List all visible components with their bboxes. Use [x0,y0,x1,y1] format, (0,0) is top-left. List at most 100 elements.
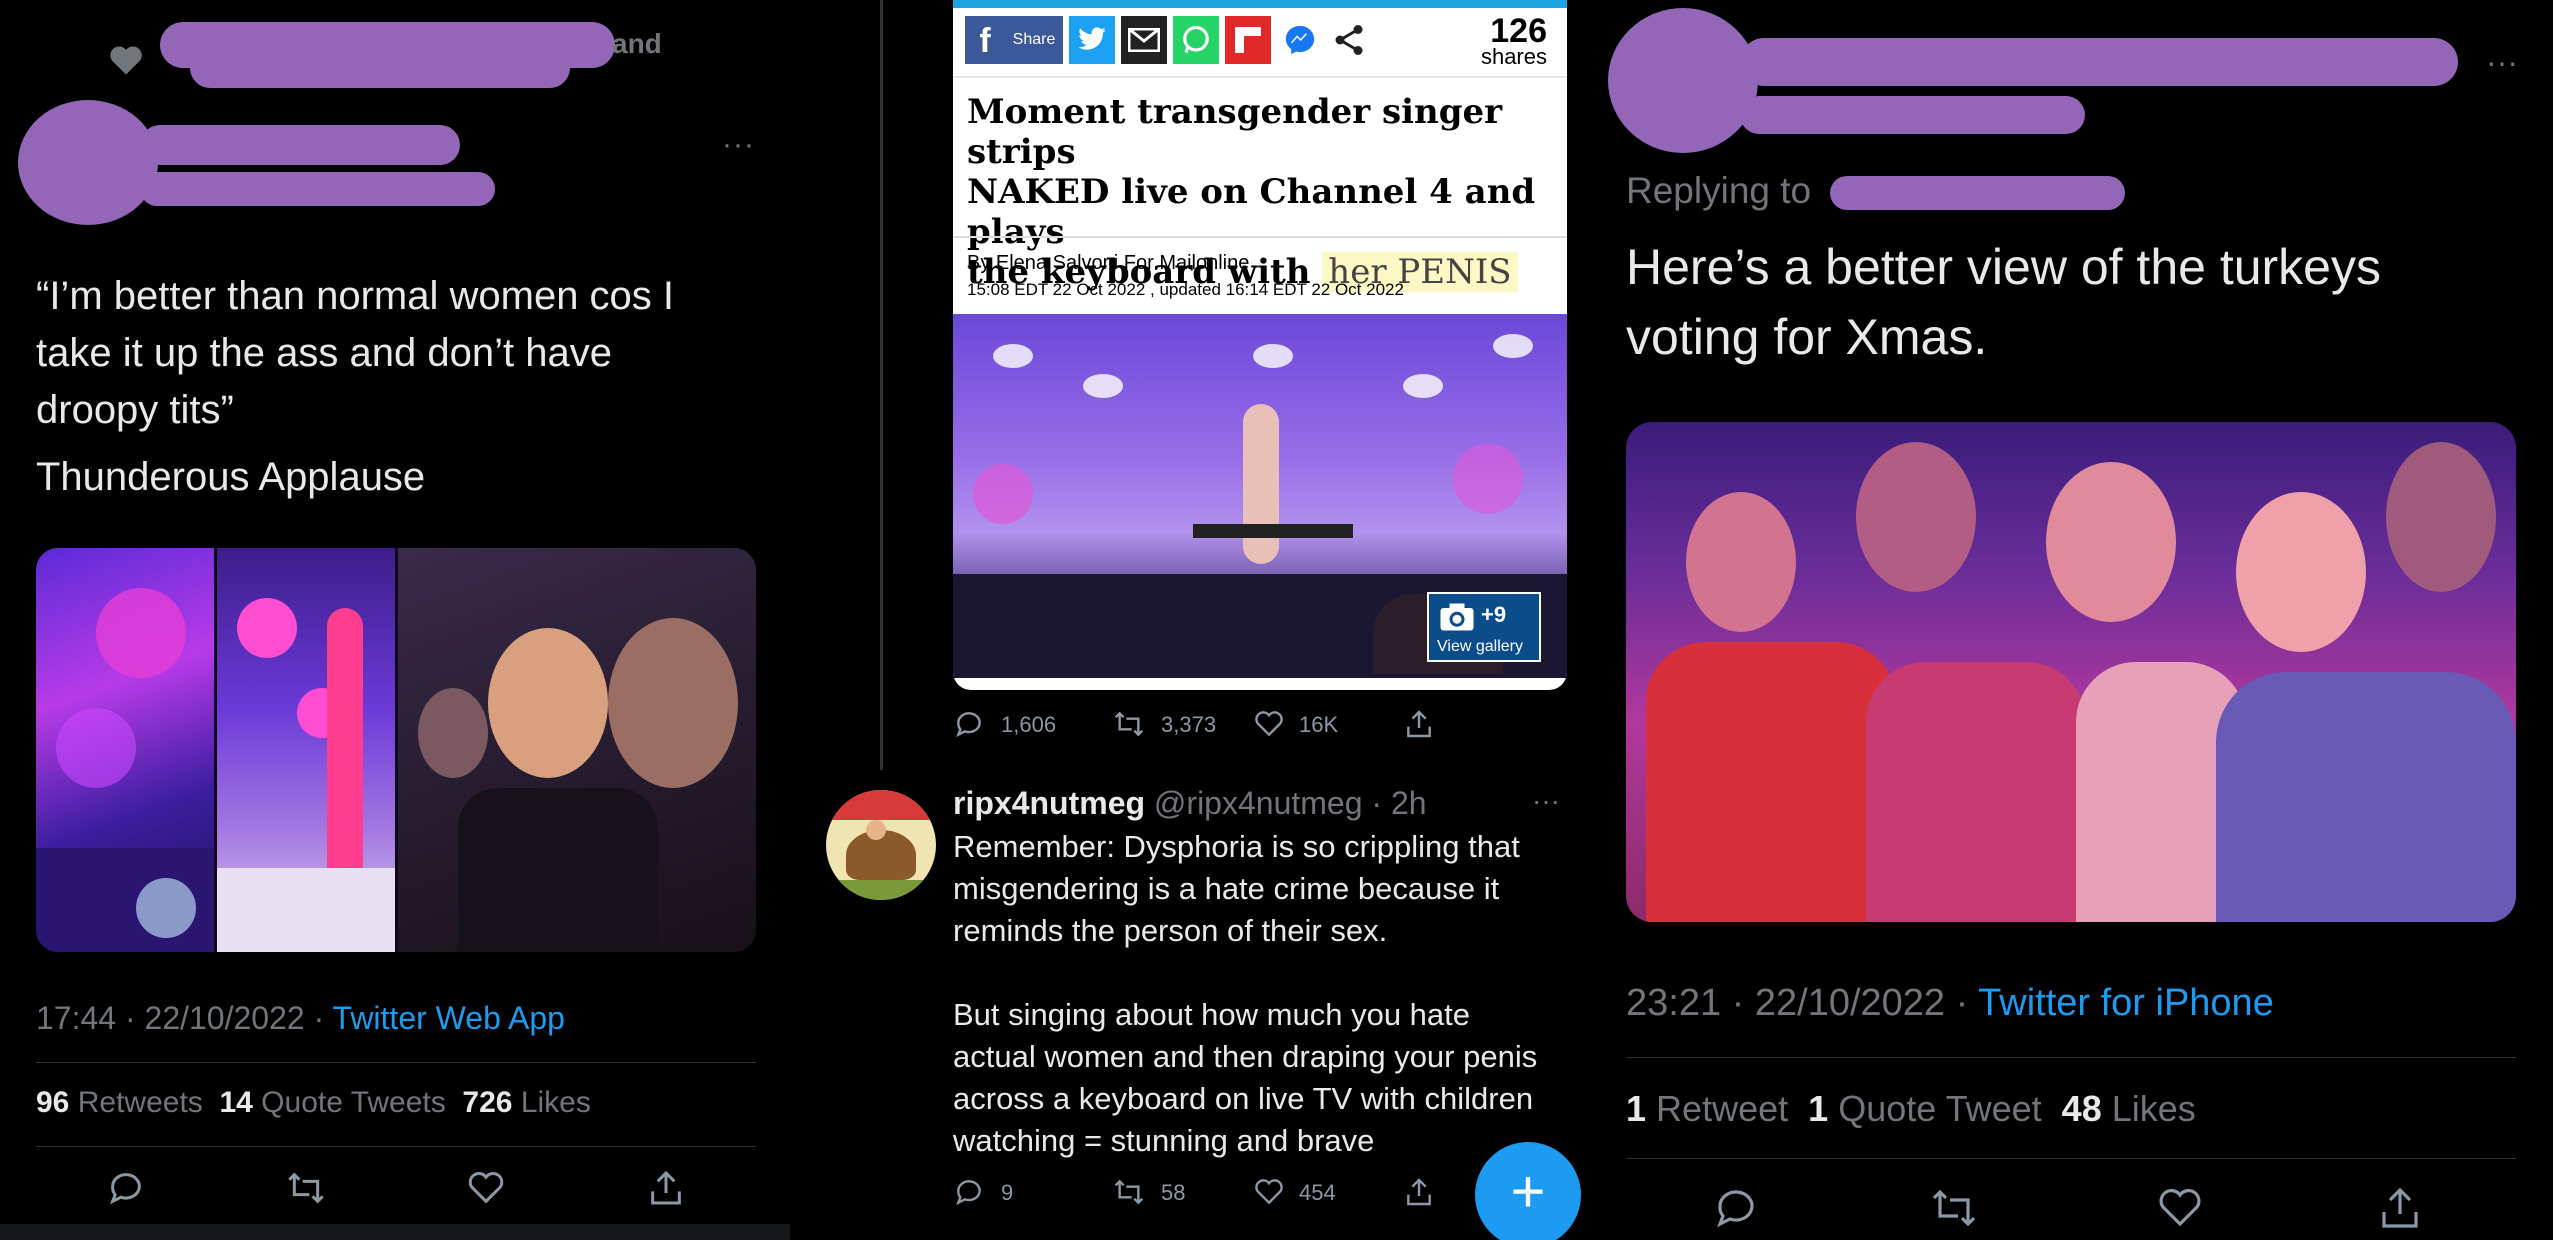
tweet-line: droopy tits” [36,388,234,432]
redacted-avatar[interactable] [18,100,158,225]
email-icon[interactable] [1121,16,1167,64]
reply-line: watching = stunning and brave [953,1123,1375,1158]
messenger-icon[interactable] [1277,16,1323,64]
quote-tweets-count[interactable]: 14 [219,1086,252,1119]
avatar[interactable] [826,790,936,900]
like-count: 454 [1299,1180,1336,1205]
like-count: 16K [1299,712,1339,737]
gallery-count: +9 [1481,602,1507,627]
more-options-icon[interactable]: ··· [722,128,755,162]
retweet-count: 58 [1161,1180,1186,1205]
retweets-count[interactable]: 96 [36,1086,69,1119]
headline-line: NAKED live on Channel 4 and plays [967,172,1536,252]
shares-label: shares [1480,44,1547,69]
reply-icon[interactable] [1712,1184,1760,1232]
plus-icon: + [1510,1158,1546,1225]
article-image[interactable]: +9 View gallery [953,314,1567,678]
share-icon[interactable] [1403,708,1435,740]
flipboard-icon[interactable] [1225,16,1271,64]
like-icon[interactable] [2156,1184,2204,1232]
quote-tweets-count[interactable]: 1 [1808,1088,1828,1129]
share-icon[interactable] [2376,1184,2424,1232]
facebook-share-button[interactable]: Share [1005,16,1063,64]
tweet-media[interactable] [1626,422,2516,922]
retweet-icon[interactable] [1113,1176,1145,1208]
more-options-icon[interactable]: ··· [2486,44,2518,81]
redacted-reply-handle[interactable] [1830,176,2125,210]
redacted-handle[interactable] [140,172,495,206]
like-icon[interactable] [466,1168,506,1208]
redacted-avatar[interactable] [1608,8,1758,153]
retweet-icon[interactable] [286,1168,326,1208]
media-photo-audience[interactable] [398,548,756,952]
media-photo-stage[interactable] [36,548,214,952]
redacted-display-name[interactable] [1740,38,2458,86]
tweet-timestamp: 17:44 · 22/10/2022 · Twitter Web App [36,1000,565,1037]
author-handle[interactable]: @ripx4nutmeg · 2h [1154,785,1427,821]
whatsapp-icon[interactable] [1173,16,1219,64]
tweet-line: voting for Xmas. [1626,309,1988,365]
quote-tweets-label[interactable]: Quote Tweet [1838,1088,2041,1129]
engagement-stats: 96 Retweets 14 Quote Tweets 726 Likes [36,1086,591,1120]
twitter-icon[interactable] [1069,16,1115,64]
likes-label[interactable]: Likes [2112,1088,2196,1129]
reply-icon[interactable] [953,708,985,740]
right-tweet-panel: ··· Replying to Here’s a better view of … [1590,0,2553,1240]
reply-line: across a keyboard on live TV with childr… [953,1081,1534,1116]
reply-line: reminds the person of their sex. [953,913,1388,948]
likes-count[interactable]: 48 [2062,1088,2102,1129]
tweet-line: Here’s a better view of the turkeys [1626,239,2381,295]
reply-icon[interactable] [953,1176,985,1208]
article-byline: By Elena Salvoni For Mailonline [967,252,1250,274]
media-photo-performer[interactable] [217,548,395,952]
quote-tweets-label[interactable]: Quote Tweets [261,1086,446,1119]
retweet-count: 3,373 [1161,712,1217,737]
facebook-icon[interactable]: f [965,16,1005,64]
reply-icon[interactable] [106,1168,146,1208]
likes-label[interactable]: Likes [521,1086,591,1119]
more-options-icon[interactable]: ··· [1532,785,1560,817]
share-nodes-icon[interactable] [1329,16,1369,64]
retweets-label[interactable]: Retweet [1656,1088,1788,1129]
retweets-label[interactable]: Retweets [78,1086,203,1119]
redacted-name [190,48,570,88]
tweet-text-second: Thunderous Applause [36,455,426,499]
tweet-line: take it up the ass and don’t have [36,331,612,375]
quoted-article-card[interactable]: f Share 126 shares Moment transgender si… [953,0,1567,690]
divider [36,1062,756,1063]
like-icon[interactable] [1253,708,1285,740]
reply-line: Remember: Dysphoria is so crippling that [953,829,1520,864]
tweet-media[interactable] [36,548,756,952]
like-icon[interactable] [1253,1176,1285,1208]
source-link[interactable]: Twitter for iPhone [1978,982,2274,1024]
camera-icon [1440,603,1474,631]
reply-line: actual women and then draping your penis [953,1039,1538,1074]
likes-count[interactable]: 726 [462,1086,512,1119]
retweet-icon[interactable] [1930,1184,1978,1232]
share-icon[interactable] [646,1168,686,1208]
author-name[interactable]: ripx4nutmeg [953,785,1145,821]
reply-action-bar: 9 58 454 [953,1172,1513,1212]
divider [1626,1158,2516,1159]
tweet-line: “I’m better than normal women cos I [36,274,675,318]
reply-line [953,952,1573,994]
redacted-handle[interactable] [1740,96,2085,134]
divider [1626,1057,2516,1058]
gallery-label: View gallery [1437,638,1523,655]
left-tweet-panel: and ··· “I’m better than normal women co… [0,0,790,1240]
header-fragment: and [612,28,662,59]
reply-line: misgendering is a hate crime because it [953,871,1500,906]
retweets-count[interactable]: 1 [1626,1088,1646,1129]
share-bar: f Share [965,16,1369,64]
redacted-display-name[interactable] [140,125,460,165]
view-gallery-button[interactable]: +9 View gallery [1427,592,1541,662]
replying-to: Replying to [1626,170,1811,212]
retweet-icon[interactable] [1113,708,1145,740]
reply-line: But singing about how much you hate [953,997,1471,1032]
share-icon[interactable] [1403,1176,1435,1208]
compose-fab[interactable]: + [1475,1142,1581,1240]
middle-tweet-panel: f Share 126 shares Moment transgender si… [790,0,1590,1240]
source-link[interactable]: Twitter Web App [333,1000,565,1036]
reply-count: 9 [1001,1180,1014,1205]
tweet-text: Here’s a better view of the turkeys voti… [1626,232,2526,372]
